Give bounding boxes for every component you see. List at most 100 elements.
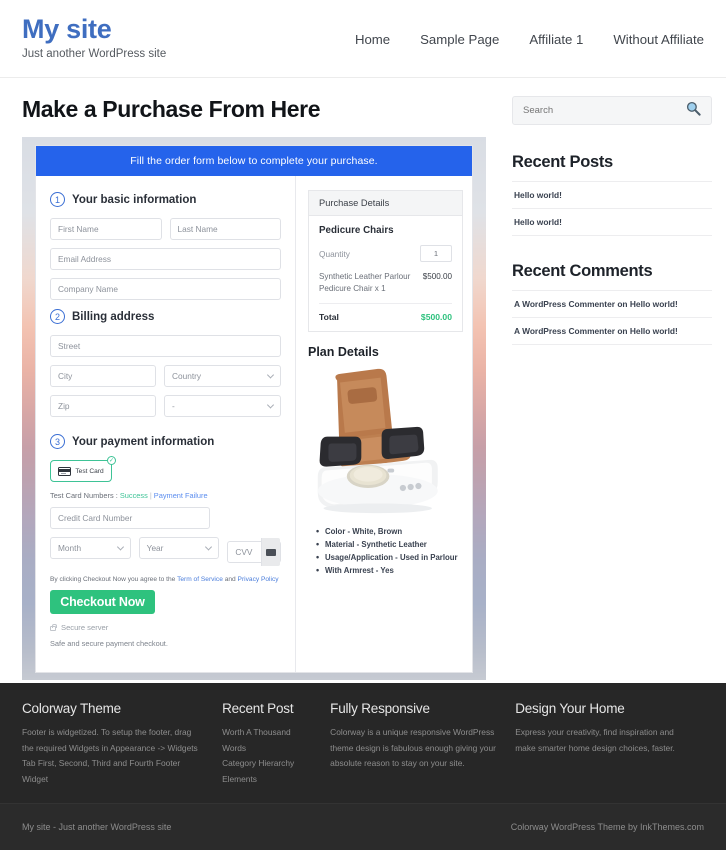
test-card-numbers-prefix: Test Card Numbers : [50,491,120,500]
step-3-label: Your payment information [72,435,215,448]
list-item[interactable]: A WordPress Commenter on Hello world! [512,317,712,345]
city-input[interactable] [50,365,156,387]
cvv-help-button[interactable] [261,538,281,566]
recent-comments-title: Recent Comments [512,262,653,280]
total-row: Total $500.00 [319,304,452,322]
footer-bottom-bar: My site - Just another WordPress site Co… [0,803,726,850]
list-item[interactable]: Worth A Thousand Words [222,725,312,756]
line-item-description: Synthetic Leather Parlour Pedicure Chair… [319,272,411,294]
month-select[interactable]: Month [50,537,131,559]
nav-item-affiliate-1[interactable]: Affiliate 1 [529,32,583,47]
list-item: Usage/Application - Used in Parlour [316,552,463,562]
last-name-input[interactable] [169,218,281,240]
order-form-banner: Fill the order form below to complete yo… [36,146,472,176]
name-row [50,218,281,248]
order-form-left-column: 1 Your basic information 2 Billing addre… [36,176,296,672]
page-wrapper: Make a Purchase From Here Fill the order… [0,78,726,683]
safe-checkout-note: Safe and secure payment checkout. [50,639,168,648]
step-2-label: Billing address [72,310,155,323]
purchase-details-heading: Purchase Details [309,191,462,216]
site-branding: My site Just another WordPress site [22,14,342,60]
lock-icon [50,623,57,631]
expiry-cvv-row: Month Year [50,537,282,567]
secure-server-label: Secure server [61,623,109,632]
term-of-service-link[interactable]: Term of Service [177,576,223,583]
step-2-header: 2 Billing address [50,309,281,324]
list-item[interactable]: Hello world! [512,181,712,208]
order-form-backdrop: Fill the order form below to complete yo… [22,137,486,680]
checkout-now-button[interactable]: Checkout Now [50,590,155,614]
total-amount: $500.00 [420,312,452,323]
test-card-label: Test Card [75,467,104,475]
state-select[interactable]: - [164,395,281,417]
primary-navigation: Home Sample Page Affiliate 1 Without Aff… [342,14,704,47]
footer-widget-title: Recent Post [222,701,294,716]
footer-widget-title: Design Your Home [515,701,625,716]
nav-item-sample-page[interactable]: Sample Page [420,32,499,47]
chevron-down-icon [116,543,124,551]
footer-widget-recent-post: Recent Post Worth A Thousand Words Categ… [222,701,330,803]
cvv-field-wrapper [227,537,282,567]
order-form-card: Fill the order form below to complete yo… [35,145,473,673]
year-select-value: Year [146,543,164,553]
step-1-header: 1 Your basic information [50,192,281,207]
footer-widget-fully-responsive: Fully Responsive Colorway is a unique re… [330,701,515,803]
nav-item-without-affiliate[interactable]: Without Affiliate [613,32,704,47]
list-item[interactable]: Category Hierarchy [222,756,312,772]
list-item: With Armrest - Yes [316,565,463,575]
secure-server-row: Secure server [50,623,281,632]
zip-state-row: - [50,395,281,425]
street-input[interactable] [50,335,281,357]
test-card-numbers-note: Test Card Numbers : Success | Payment Fa… [50,491,281,500]
footer-theme-credit[interactable]: Colorway WordPress Theme by InkThemes.co… [511,822,704,832]
page-title: Make a Purchase From Here [22,96,321,122]
search-input[interactable] [523,105,686,116]
search-widget[interactable] [512,96,712,125]
zip-input[interactable] [50,395,156,417]
success-link[interactable]: Success [120,491,148,500]
company-input[interactable] [50,278,281,300]
year-select[interactable]: Year [138,537,220,559]
plan-details-title: Plan Details [308,345,379,360]
month-select-value: Month [58,543,82,553]
search-icon[interactable] [686,101,701,121]
footer-widget-colorway-theme: Colorway Theme Footer is widgetized. To … [22,701,222,803]
order-form-body: 1 Your basic information 2 Billing addre… [36,176,472,672]
list-item: Color - White, Brown [316,526,463,536]
sidebar: Recent Posts Hello world! Hello world! R… [500,78,726,683]
first-name-input[interactable] [50,218,162,240]
footer-widget-title: Fully Responsive [330,701,430,716]
line-item-price: $500.00 [422,272,452,281]
list-item[interactable]: A WordPress Commenter on Hello world! [512,290,712,317]
pedicure-chair-image [308,367,463,517]
recent-posts-title: Recent Posts [512,153,613,171]
footer-widget-title: Colorway Theme [22,701,121,716]
chevron-down-icon [205,543,213,551]
country-select[interactable]: Country [164,365,281,387]
nav-item-home[interactable]: Home [355,32,390,47]
step-3-header: 3 Your payment information [50,434,281,449]
product-name: Pedicure Chairs [319,225,394,236]
city-country-row: Country [50,365,281,395]
privacy-policy-link[interactable]: Privacy Policy [238,576,279,583]
quantity-label: Quantity [319,248,350,259]
footer-widget-body: Footer is widgetized. To setup the foote… [22,727,198,784]
site-title[interactable]: My site [22,14,342,45]
list-item[interactable]: Elements [222,772,312,788]
card-back-icon [266,548,277,556]
site-tagline: Just another WordPress site [22,48,167,61]
footer-widget-design-your-home: Design Your Home Express your creativity… [515,701,704,803]
payment-failure-link[interactable]: Payment Failure [154,491,208,500]
credit-card-number-input[interactable] [50,507,210,529]
footer-widget-body: Express your creativity, find inspiratio… [515,727,675,753]
quantity-input[interactable] [420,245,452,262]
footer-widget-body: Colorway is a unique responsive WordPres… [330,727,496,769]
email-input[interactable] [50,248,281,270]
terms-prefix: By clicking Checkout Now you agree to th… [50,576,178,583]
purchase-details-body: Pedicure Chairs Quantity Synthetic Leath… [309,216,462,331]
test-card-option[interactable]: Test Card ✓ [50,456,116,482]
purchase-details-panel: Purchase Details Pedicure Chairs Quantit… [308,190,463,333]
chevron-down-icon [266,401,275,409]
list-item[interactable]: Hello world! [512,208,712,236]
total-label: Total [319,312,339,323]
